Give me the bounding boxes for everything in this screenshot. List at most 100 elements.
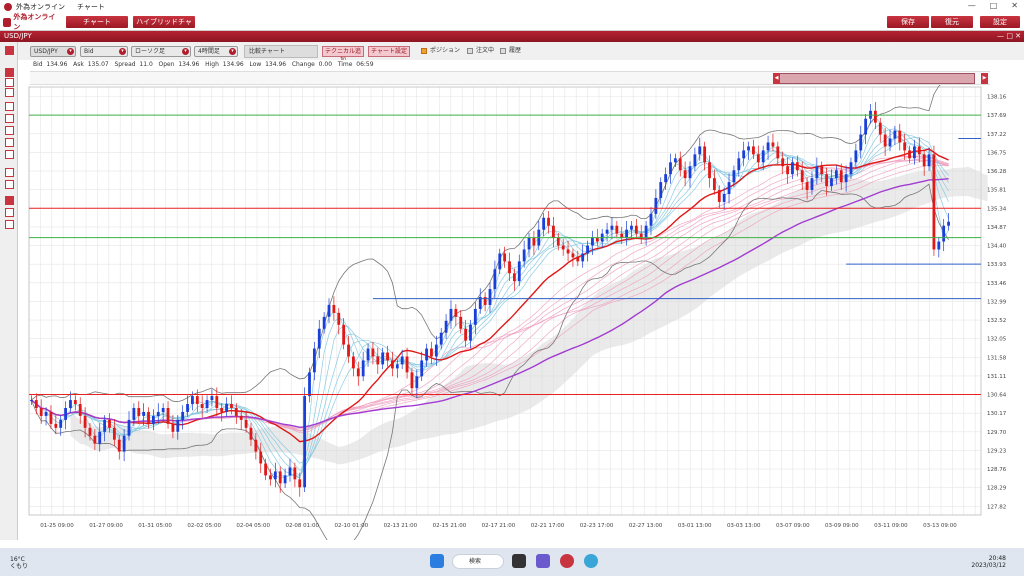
candle-body [527,237,531,250]
y-tick-label: 137.69 [987,113,1007,119]
hybrid-chart-menu-button[interactable]: ハイブリッドチャート [133,16,195,38]
gaitame-app-icon[interactable] [560,554,574,568]
candle-body [434,344,438,357]
navigator-thumb[interactable] [775,73,975,84]
timeframe-select[interactable]: 4時間足 ▾ [194,46,238,57]
x-tick-label: 01-31 05:00 [138,523,172,529]
history-label: 履歴 [509,47,522,54]
browser-icon[interactable] [584,554,598,568]
horizontal-line-tool-icon[interactable] [5,126,14,135]
candle-body [298,479,302,488]
candle-body [30,400,33,402]
expand-tools-icon[interactable] [5,46,14,55]
chart-menu-button[interactable]: チャート [66,16,128,28]
y-tick-label: 130.64 [987,393,1007,399]
weather-widget[interactable]: 16°C くもり [10,556,28,570]
candle-body [503,253,507,262]
candle-body [342,324,346,345]
window-subtitle: チャート [77,2,105,11]
save-button[interactable]: 保存 [887,16,929,28]
candle-body [742,150,746,159]
text-tool-icon[interactable] [5,180,14,189]
chart-navigator[interactable]: ◀ ▶ [30,71,990,85]
history-checkbox[interactable] [500,48,506,54]
candle-body [454,308,458,317]
order-checkbox[interactable] [467,48,473,54]
chart-type-select[interactable]: ローソク足 ▾ [131,46,191,57]
candle-body [839,170,843,183]
candle-body [332,304,336,313]
x-tick-label: 02-08 01:00 [285,523,319,529]
candle-body [88,427,92,436]
candle-body [581,253,585,262]
candle-body [186,404,189,412]
candle-body [405,356,409,373]
y-tick-label: 133.93 [987,262,1007,268]
candle-body [498,253,502,270]
task-view-icon[interactable] [512,554,526,568]
x-tick-label: 02-15 21:00 [433,523,467,529]
compare-chart-button[interactable]: 比較チャート [244,45,318,58]
chart-settings-button[interactable]: チャート設定 [368,46,410,57]
taskbar-search[interactable]: 検索 [452,554,504,569]
delete-tool-icon[interactable] [5,196,14,205]
high-label: High [205,61,219,68]
navigator-right-arrow[interactable]: ▶ [981,73,988,84]
vertical-line-tool-icon[interactable] [5,138,14,147]
close-icon[interactable]: ✕ [1011,1,1018,10]
panel-close-icon[interactable]: ✕ [1015,31,1021,42]
candlestick-chart-svg[interactable]: 138.16 137.69 137.22 136.75 136.28 135.81 135.… [19,79,1024,551]
print-icon[interactable] [5,220,14,229]
settings-button[interactable]: 設定 [980,16,1020,28]
candle-body [210,396,214,401]
trendline-tool-icon[interactable] [5,102,14,111]
channel-tool-icon[interactable] [5,150,14,159]
y-tick-label: 131.11 [987,374,1006,380]
minimize-icon[interactable]: — [968,1,976,10]
candle-body [888,138,892,147]
panel-maximize-icon[interactable]: □ [1006,31,1013,42]
candle-body [649,213,653,226]
navigator-left-arrow[interactable]: ◀ [773,73,780,84]
candle-body [849,162,853,175]
candle-body [317,328,321,349]
candle-body [200,404,204,408]
candle-body [493,269,497,290]
open-value: 134.96 [178,61,200,68]
save-drawing-icon[interactable] [5,208,14,217]
currency-pair-select[interactable]: USD/JPY ▾ [30,46,76,57]
price-type-label: Bid [84,48,94,55]
weather-desc: くもり [10,563,29,570]
candle-body [410,372,414,389]
ray-tool-icon[interactable] [5,114,14,123]
candle-body [181,411,185,420]
price-type-select[interactable]: Bid ▾ [80,46,128,57]
candle-body [586,245,589,254]
order-label: 注文中 [476,47,495,54]
panel-minimize-icon[interactable]: — [997,31,1004,42]
system-clock[interactable]: 20:48 2023/03/12 [971,555,1006,569]
candle-body [942,225,946,242]
crosshair-tool-icon[interactable] [5,78,14,87]
candle-body [825,174,829,187]
teams-icon[interactable] [536,554,550,568]
candle-body [761,150,765,163]
cursor-tool-icon[interactable] [5,68,14,77]
fibonacci-tool-icon[interactable] [5,168,14,177]
candle-body [864,118,868,135]
x-tick-label: 02-04 05:00 [236,523,270,529]
price-chart[interactable]: 138.16 137.69 137.22 136.75 136.28 135.81 135.… [19,79,1024,551]
x-tick-label: 03-07 09:00 [776,523,810,529]
candle-body [234,408,238,416]
add-technical-button[interactable]: テクニカル追加 [322,46,364,64]
maximize-icon[interactable]: □ [990,1,998,10]
candle-body [273,471,277,480]
position-checkbox[interactable] [421,48,427,54]
candle-body [415,376,419,389]
candle-body [93,435,97,444]
start-icon[interactable] [430,554,444,568]
restore-button[interactable]: 復元 [931,16,973,28]
candle-body [156,411,160,416]
pointer-tool-icon[interactable] [5,88,14,97]
candle-body [673,158,677,163]
